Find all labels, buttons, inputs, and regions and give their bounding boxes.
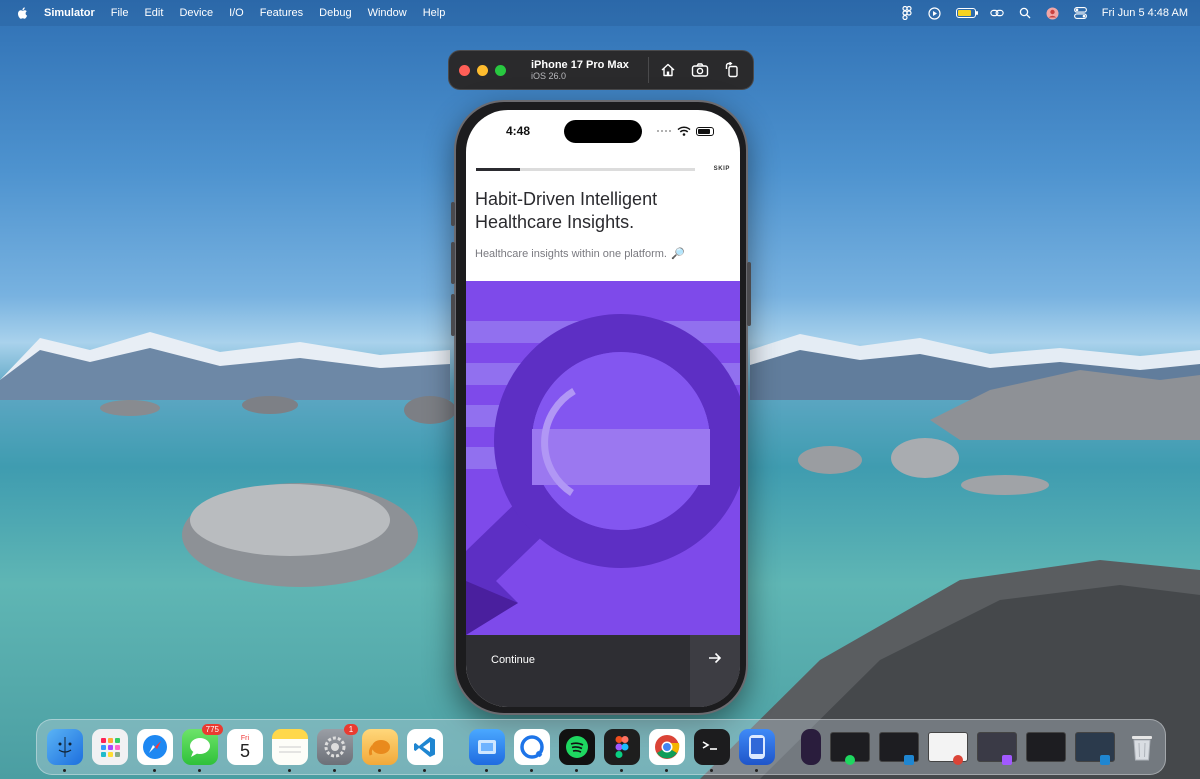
device-name: iPhone 17 Pro Max [531,58,629,71]
simulator-app-icon[interactable] [739,729,775,772]
window-zoom-button[interactable] [495,64,506,76]
home-icon [661,63,675,77]
menu-debug[interactable]: Debug [319,7,351,19]
screenshot-button[interactable] [689,59,711,81]
preview-icon[interactable] [469,729,505,772]
side-power-button[interactable] [747,262,751,326]
quicktime-icon[interactable] [514,729,550,772]
device-os-version: iOS 26.0 [531,71,567,82]
figma-app-icon[interactable] [604,729,640,772]
rotate-icon [725,62,738,78]
volume-down-button[interactable] [451,294,455,336]
rotate-button[interactable] [721,59,743,81]
screenshot-icon [691,63,709,77]
onboarding-subhead-text: Healthcare insights within one platform. [475,247,667,260]
messages-badge: 775 [201,724,223,735]
volume-up-button[interactable] [451,242,455,284]
window-minimize-button[interactable] [477,64,488,76]
menu-bar-clock[interactable]: Fri Jun 5 4:48 AM [1102,7,1188,19]
magnifier-graphic [466,281,740,635]
minimized-window-thumbnail-3[interactable] [928,732,968,765]
calendar-date-label: 5 [239,740,250,761]
action-button[interactable] [451,202,455,226]
simulator-window-toolbar: iPhone 17 Pro Max iOS 26.0 [448,50,754,90]
terminal-icon[interactable] [694,729,730,772]
minimized-window-thumbnail-1[interactable] [830,732,870,765]
play-circle-icon[interactable] [928,6,942,20]
calendar-icon[interactable]: Fri 5 [227,729,263,765]
continue-button[interactable]: Continue [466,635,690,707]
chrome-icon[interactable] [649,729,685,772]
menu-io[interactable]: I/O [229,7,244,19]
trash-icon[interactable] [1124,729,1160,765]
menu-device[interactable]: Device [179,7,213,19]
menu-window[interactable]: Window [368,7,407,19]
menu-bar-status-area: Fri Jun 5 4:48 AM [900,6,1188,20]
settings-badge: 1 [344,724,358,735]
messages-icon[interactable]: 775 [182,724,223,772]
onboarding-progress-bar [476,167,695,171]
wifi-icon [677,126,691,136]
ios-status-icons [656,126,714,136]
safari-icon[interactable] [137,729,173,772]
dynamic-island [564,120,642,143]
continue-bar: Continue [466,635,740,707]
iphone-minimized-window-icon[interactable] [801,729,821,765]
ios-battery-icon [696,126,714,136]
iphone-device-frame: 4:48 SKIP Habit-Driven Intelligent Healt… [451,100,751,715]
user-avatar-icon[interactable] [1046,6,1060,20]
control-center-icon[interactable] [1074,6,1088,20]
arrow-right-icon [709,652,722,664]
menu-edit[interactable]: Edit [144,7,163,19]
spotify-icon[interactable] [559,729,595,772]
skip-button[interactable]: SKIP [714,166,730,172]
link-icon[interactable] [990,6,1004,20]
menu-app-name[interactable]: Simulator [44,7,95,19]
simulator-tools [648,57,743,83]
minimized-window-thumbnail-6[interactable] [1075,732,1115,765]
figma-icon[interactable] [900,6,914,20]
minimized-window-thumbnail-2[interactable] [879,732,919,765]
vscode-icon[interactable] [407,729,443,772]
cellular-signal-icon [657,130,671,132]
simulator-device-title: iPhone 17 Pro Max iOS 26.0 [531,59,629,82]
apple-logo-icon[interactable] [16,6,30,20]
menu-help[interactable]: Help [423,7,446,19]
macos-dock: 775 Fri 5 1 [36,719,1166,775]
onboarding-headline: Habit-Driven Intelligent Healthcare Insi… [475,189,658,232]
window-close-button[interactable] [459,64,470,76]
battery-icon[interactable] [955,8,978,18]
next-arrow-button[interactable] [690,635,740,707]
iphone-screen: 4:48 SKIP Habit-Driven Intelligent Healt… [466,110,740,707]
onboarding-progress-row: SKIP [476,166,730,172]
magnifying-glass-emoji-icon: 🔎 [670,248,685,260]
ios-status-time: 4:48 [506,124,531,138]
menu-features[interactable]: Features [260,7,303,19]
menu-file[interactable]: File [111,7,129,19]
minimized-window-thumbnail-4[interactable] [977,732,1017,765]
minimized-window-thumbnail-5[interactable] [1026,732,1066,762]
finder-icon[interactable] [47,729,83,772]
notes-icon[interactable] [272,729,308,772]
tableplus-elephant-icon[interactable] [362,729,398,772]
magnifier-illustration [466,281,740,635]
system-settings-icon[interactable]: 1 [317,724,358,772]
onboarding-progress-fill [476,167,520,171]
launchpad-icon[interactable] [92,729,128,765]
home-button[interactable] [657,59,679,81]
ios-status-bar: 4:48 [466,110,740,152]
onboarding-subhead: Healthcare insights within one platform.… [475,247,685,261]
macos-menu-bar: Simulator File Edit Device I/O Features … [0,0,1200,26]
spotlight-search-icon[interactable] [1018,6,1032,20]
